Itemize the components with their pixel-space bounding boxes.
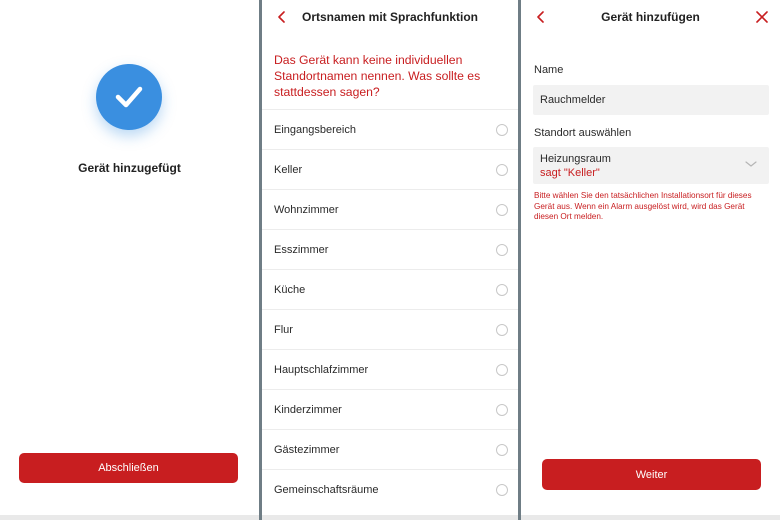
list-item[interactable]: Gästezimmer (262, 429, 518, 469)
close-icon (756, 11, 768, 23)
location-voice-name: sagt "Keller" (540, 167, 600, 179)
chevron-left-icon (537, 11, 544, 23)
next-button[interactable]: Weiter (542, 459, 761, 490)
option-label: Esszimmer (274, 243, 329, 256)
list-item[interactable]: Wohnzimmer (262, 189, 518, 229)
radio-icon[interactable] (496, 164, 508, 176)
chevron-down-icon (745, 161, 757, 167)
radio-icon[interactable] (496, 204, 508, 216)
radio-icon[interactable] (496, 364, 508, 376)
finish-button[interactable]: Abschließen (19, 453, 238, 483)
name-label: Name (534, 64, 564, 76)
hint-text: Bitte wählen Sie den tatsächlichen Insta… (534, 191, 752, 221)
list-item[interactable]: Keller (262, 149, 518, 189)
back-button[interactable] (533, 9, 549, 25)
page-title: Gerät hinzufügen (601, 10, 700, 24)
radio-icon[interactable] (496, 484, 508, 496)
location-label: Standort auswählen (534, 127, 632, 139)
location-select[interactable]: Heizungsraum sagt "Keller" (533, 147, 769, 184)
name-input[interactable] (533, 85, 769, 115)
radio-icon[interactable] (496, 404, 508, 416)
radio-icon[interactable] (496, 284, 508, 296)
header: Gerät hinzufügen (521, 0, 780, 34)
radio-icon[interactable] (496, 324, 508, 336)
checkmark-icon (115, 86, 143, 108)
list-item[interactable]: Gemeinschaftsräume (262, 469, 518, 509)
question-text: Das Gerät kann keine individuellen Stand… (274, 53, 481, 99)
option-label: Gästezimmer (274, 443, 340, 456)
option-label: Hauptschlafzimmer (274, 363, 369, 376)
option-label: Eingangsbereich (274, 123, 356, 136)
radio-icon[interactable] (496, 244, 508, 256)
bottom-bar (521, 515, 780, 520)
list-item[interactable]: Eingangsbereich (262, 109, 518, 149)
list-item[interactable]: Esszimmer (262, 229, 518, 269)
page-title: Ortsnamen mit Sprachfunktion (301, 10, 479, 24)
back-button[interactable] (274, 9, 290, 25)
location-value: Heizungsraum (540, 153, 611, 165)
screen-device-added: Gerät hinzugefügt Abschließen (0, 0, 259, 520)
success-message: Gerät hinzugefügt (78, 161, 181, 175)
location-option-list: Eingangsbereich Keller Wohnzimmer Esszim… (262, 109, 518, 509)
screen-add-device: Gerät hinzufügen Name Standort auswählen… (521, 0, 780, 520)
option-label: Gemeinschaftsräume (274, 483, 379, 496)
success-badge (96, 64, 162, 130)
radio-icon[interactable] (496, 444, 508, 456)
list-item[interactable]: Hauptschlafzimmer (262, 349, 518, 389)
bottom-bar (262, 515, 518, 520)
list-item[interactable]: Kinderzimmer (262, 389, 518, 429)
screen-voice-location-names: Ortsnamen mit Sprachfunktion Das Gerät k… (262, 0, 518, 520)
list-item[interactable]: Flur (262, 309, 518, 349)
option-label: Keller (274, 163, 303, 176)
option-label: Küche (274, 283, 306, 296)
list-item[interactable]: Küche (262, 269, 518, 309)
close-button[interactable] (754, 9, 770, 25)
header: Ortsnamen mit Sprachfunktion (262, 0, 518, 34)
bottom-bar (0, 515, 259, 520)
chevron-left-icon (278, 11, 285, 23)
radio-icon[interactable] (496, 124, 508, 136)
option-label: Wohnzimmer (274, 203, 339, 216)
option-label: Kinderzimmer (274, 403, 342, 416)
option-label: Flur (274, 323, 293, 336)
